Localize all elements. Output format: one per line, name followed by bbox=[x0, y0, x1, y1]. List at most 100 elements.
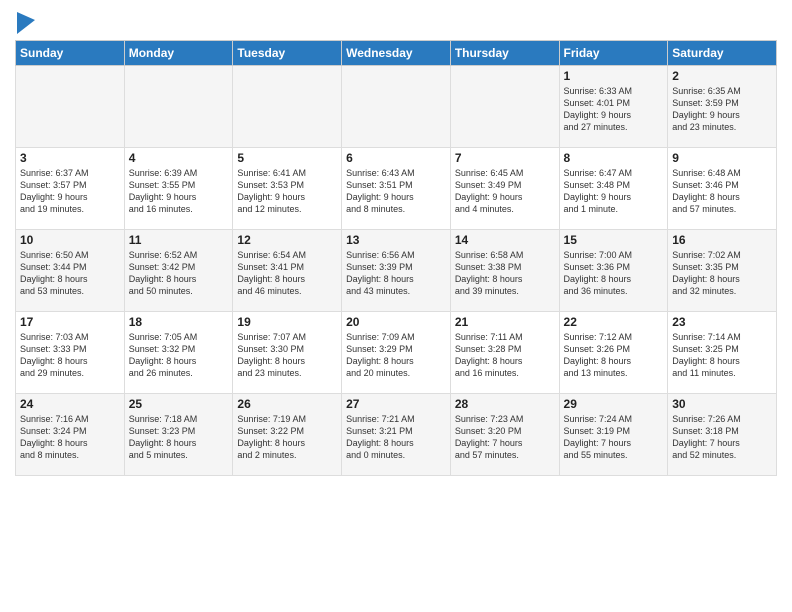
calendar-cell: 8 Sunrise: 6:47 AMSunset: 3:48 PMDaylight… bbox=[559, 148, 668, 230]
day-info: Sunrise: 6:58 AMSunset: 3:38 PMDaylight:… bbox=[455, 249, 555, 298]
day-info: Sunrise: 7:11 AMSunset: 3:28 PMDaylight:… bbox=[455, 331, 555, 380]
header bbox=[15, 10, 777, 34]
calendar-cell: 22 Sunrise: 7:12 AMSunset: 3:26 PMDayligh… bbox=[559, 312, 668, 394]
day-info: Sunrise: 6:45 AMSunset: 3:49 PMDaylight:… bbox=[455, 167, 555, 216]
day-info: Sunrise: 6:54 AMSunset: 3:41 PMDaylight:… bbox=[237, 249, 337, 298]
day-number: 11 bbox=[129, 233, 229, 247]
day-number: 13 bbox=[346, 233, 446, 247]
weekday-header-thursday: Thursday bbox=[450, 41, 559, 66]
day-number: 24 bbox=[20, 397, 120, 411]
calendar-cell: 26 Sunrise: 7:19 AMSunset: 3:22 PMDayligh… bbox=[233, 394, 342, 476]
day-number: 21 bbox=[455, 315, 555, 329]
day-info: Sunrise: 7:05 AMSunset: 3:32 PMDaylight:… bbox=[129, 331, 229, 380]
calendar-cell: 18 Sunrise: 7:05 AMSunset: 3:32 PMDayligh… bbox=[124, 312, 233, 394]
calendar-cell: 19 Sunrise: 7:07 AMSunset: 3:30 PMDayligh… bbox=[233, 312, 342, 394]
day-info: Sunrise: 6:37 AMSunset: 3:57 PMDaylight:… bbox=[20, 167, 120, 216]
day-number: 29 bbox=[564, 397, 664, 411]
day-number: 15 bbox=[564, 233, 664, 247]
day-number: 6 bbox=[346, 151, 446, 165]
weekday-header-wednesday: Wednesday bbox=[342, 41, 451, 66]
day-number: 17 bbox=[20, 315, 120, 329]
calendar-container: SundayMondayTuesdayWednesdayThursdayFrid… bbox=[0, 0, 792, 481]
day-info: Sunrise: 7:23 AMSunset: 3:20 PMDaylight:… bbox=[455, 413, 555, 462]
weekday-header-friday: Friday bbox=[559, 41, 668, 66]
calendar-cell bbox=[124, 66, 233, 148]
calendar-cell: 1Sunrise: 6:33 AMSunset: 4:01 PMDaylight… bbox=[559, 66, 668, 148]
day-info: Sunrise: 7:19 AMSunset: 3:22 PMDaylight:… bbox=[237, 413, 337, 462]
calendar-cell: 5Sunrise: 6:41 AMSunset: 3:53 PMDaylight… bbox=[233, 148, 342, 230]
day-info: Sunrise: 7:09 AMSunset: 3:29 PMDaylight:… bbox=[346, 331, 446, 380]
day-number: 10 bbox=[20, 233, 120, 247]
day-number: 8 bbox=[564, 151, 664, 165]
weekday-header-tuesday: Tuesday bbox=[233, 41, 342, 66]
calendar-cell: 6 Sunrise: 6:43 AMSunset: 3:51 PMDaylight… bbox=[342, 148, 451, 230]
day-number: 4 bbox=[129, 151, 229, 165]
day-number: 22 bbox=[564, 315, 664, 329]
day-info: Sunrise: 7:21 AMSunset: 3:21 PMDaylight:… bbox=[346, 413, 446, 462]
calendar-cell: 25Sunrise: 7:18 AMSunset: 3:23 PMDayligh… bbox=[124, 394, 233, 476]
day-number: 2 bbox=[672, 69, 772, 83]
calendar-cell: 21 Sunrise: 7:11 AMSunset: 3:28 PMDayligh… bbox=[450, 312, 559, 394]
calendar-cell: 23 Sunrise: 7:14 AMSunset: 3:25 PMDayligh… bbox=[668, 312, 777, 394]
calendar-body: 1Sunrise: 6:33 AMSunset: 4:01 PMDaylight… bbox=[16, 66, 777, 476]
day-info: Sunrise: 7:16 AMSunset: 3:24 PMDaylight:… bbox=[20, 413, 120, 462]
calendar-cell: 28Sunrise: 7:23 AMSunset: 3:20 PMDayligh… bbox=[450, 394, 559, 476]
day-number: 26 bbox=[237, 397, 337, 411]
day-number: 23 bbox=[672, 315, 772, 329]
calendar-cell: 27 Sunrise: 7:21 AMSunset: 3:21 PMDayligh… bbox=[342, 394, 451, 476]
weekday-header-sunday: Sunday bbox=[16, 41, 125, 66]
calendar-table: SundayMondayTuesdayWednesdayThursdayFrid… bbox=[15, 40, 777, 476]
calendar-week-row: 10 Sunrise: 6:50 AMSunset: 3:44 PMDayligh… bbox=[16, 230, 777, 312]
day-info: Sunrise: 7:00 AMSunset: 3:36 PMDaylight:… bbox=[564, 249, 664, 298]
calendar-cell bbox=[16, 66, 125, 148]
day-info: Sunrise: 6:50 AMSunset: 3:44 PMDaylight:… bbox=[20, 249, 120, 298]
day-info: Sunrise: 6:43 AMSunset: 3:51 PMDaylight:… bbox=[346, 167, 446, 216]
calendar-cell: 10 Sunrise: 6:50 AMSunset: 3:44 PMDayligh… bbox=[16, 230, 125, 312]
day-number: 12 bbox=[237, 233, 337, 247]
day-info: Sunrise: 7:18 AMSunset: 3:23 PMDaylight:… bbox=[129, 413, 229, 462]
calendar-cell: 14 Sunrise: 6:58 AMSunset: 3:38 PMDayligh… bbox=[450, 230, 559, 312]
calendar-cell: 13 Sunrise: 6:56 AMSunset: 3:39 PMDayligh… bbox=[342, 230, 451, 312]
day-number: 20 bbox=[346, 315, 446, 329]
calendar-week-row: 17 Sunrise: 7:03 AMSunset: 3:33 PMDayligh… bbox=[16, 312, 777, 394]
calendar-cell: 16Sunrise: 7:02 AMSunset: 3:35 PMDayligh… bbox=[668, 230, 777, 312]
calendar-cell: 29 Sunrise: 7:24 AMSunset: 3:19 PMDayligh… bbox=[559, 394, 668, 476]
calendar-cell: 9 Sunrise: 6:48 AMSunset: 3:46 PMDaylight… bbox=[668, 148, 777, 230]
calendar-cell: 30Sunrise: 7:26 AMSunset: 3:18 PMDayligh… bbox=[668, 394, 777, 476]
day-info: Sunrise: 6:48 AMSunset: 3:46 PMDaylight:… bbox=[672, 167, 772, 216]
calendar-cell bbox=[450, 66, 559, 148]
day-number: 30 bbox=[672, 397, 772, 411]
day-number: 14 bbox=[455, 233, 555, 247]
calendar-cell: 12 Sunrise: 6:54 AMSunset: 3:41 PMDayligh… bbox=[233, 230, 342, 312]
day-info: Sunrise: 7:03 AMSunset: 3:33 PMDaylight:… bbox=[20, 331, 120, 380]
day-info: Sunrise: 7:24 AMSunset: 3:19 PMDaylight:… bbox=[564, 413, 664, 462]
day-info: Sunrise: 7:14 AMSunset: 3:25 PMDaylight:… bbox=[672, 331, 772, 380]
calendar-cell: 11 Sunrise: 6:52 AMSunset: 3:42 PMDayligh… bbox=[124, 230, 233, 312]
calendar-header: SundayMondayTuesdayWednesdayThursdayFrid… bbox=[16, 41, 777, 66]
day-info: Sunrise: 6:56 AMSunset: 3:39 PMDaylight:… bbox=[346, 249, 446, 298]
calendar-week-row: 3Sunrise: 6:37 AMSunset: 3:57 PMDaylight… bbox=[16, 148, 777, 230]
day-info: Sunrise: 7:12 AMSunset: 3:26 PMDaylight:… bbox=[564, 331, 664, 380]
calendar-cell: 20 Sunrise: 7:09 AMSunset: 3:29 PMDayligh… bbox=[342, 312, 451, 394]
calendar-week-row: 1Sunrise: 6:33 AMSunset: 4:01 PMDaylight… bbox=[16, 66, 777, 148]
calendar-cell: 24 Sunrise: 7:16 AMSunset: 3:24 PMDayligh… bbox=[16, 394, 125, 476]
day-number: 5 bbox=[237, 151, 337, 165]
calendar-cell bbox=[233, 66, 342, 148]
day-number: 9 bbox=[672, 151, 772, 165]
logo-icon bbox=[17, 12, 35, 34]
day-info: Sunrise: 7:07 AMSunset: 3:30 PMDaylight:… bbox=[237, 331, 337, 380]
calendar-cell: 15 Sunrise: 7:00 AMSunset: 3:36 PMDayligh… bbox=[559, 230, 668, 312]
calendar-week-row: 24 Sunrise: 7:16 AMSunset: 3:24 PMDayligh… bbox=[16, 394, 777, 476]
day-number: 27 bbox=[346, 397, 446, 411]
day-number: 19 bbox=[237, 315, 337, 329]
calendar-cell: 3Sunrise: 6:37 AMSunset: 3:57 PMDaylight… bbox=[16, 148, 125, 230]
day-number: 18 bbox=[129, 315, 229, 329]
day-info: Sunrise: 6:39 AMSunset: 3:55 PMDaylight:… bbox=[129, 167, 229, 216]
day-info: Sunrise: 6:52 AMSunset: 3:42 PMDaylight:… bbox=[129, 249, 229, 298]
day-info: Sunrise: 6:33 AMSunset: 4:01 PMDaylight:… bbox=[564, 85, 664, 134]
day-info: Sunrise: 6:47 AMSunset: 3:48 PMDaylight:… bbox=[564, 167, 664, 216]
calendar-cell: 7Sunrise: 6:45 AMSunset: 3:49 PMDaylight… bbox=[450, 148, 559, 230]
weekday-header-saturday: Saturday bbox=[668, 41, 777, 66]
weekday-header-monday: Monday bbox=[124, 41, 233, 66]
weekday-header-row: SundayMondayTuesdayWednesdayThursdayFrid… bbox=[16, 41, 777, 66]
